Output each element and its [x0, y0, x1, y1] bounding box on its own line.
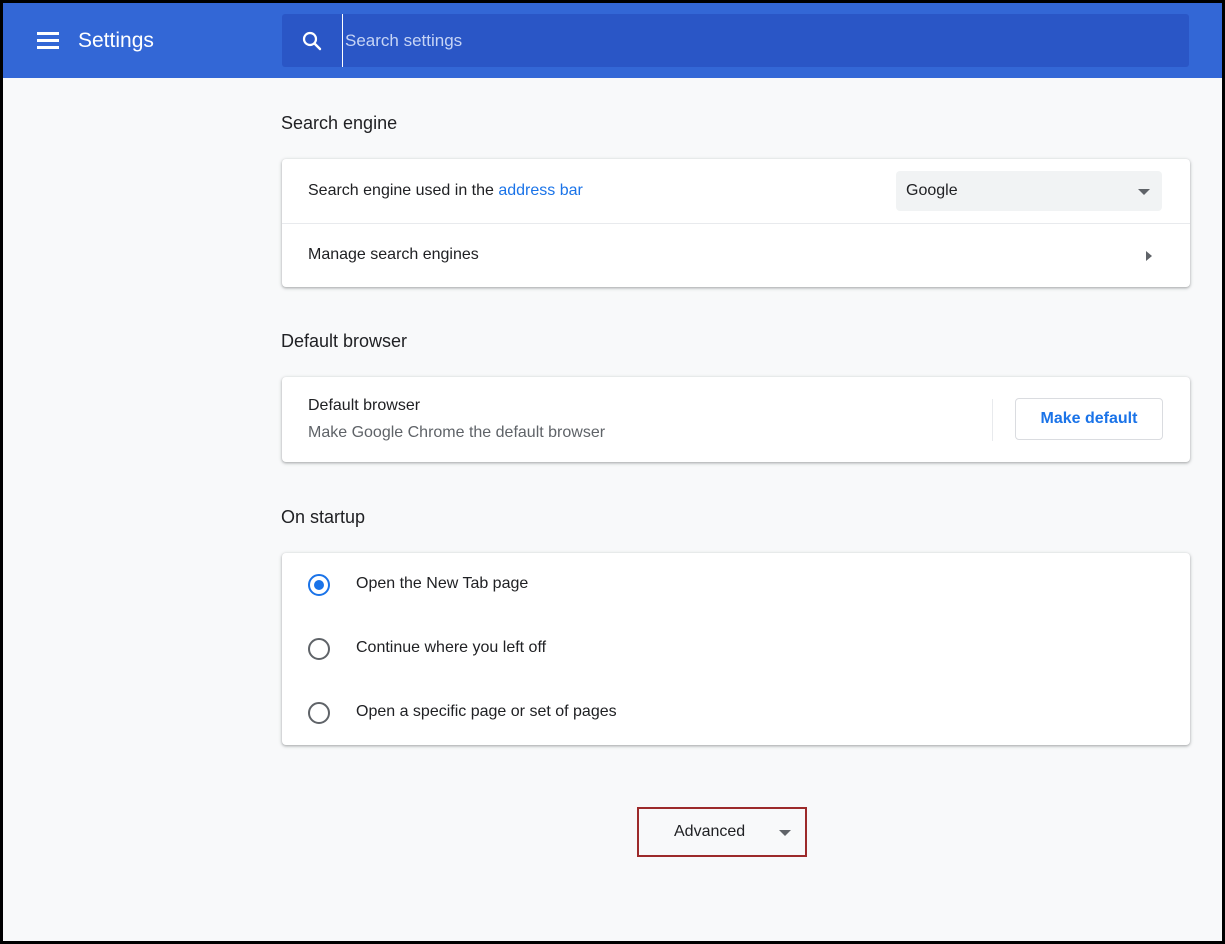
default-browser-card: Default browser Make Google Chrome the d… — [282, 377, 1190, 462]
manage-search-engines-label: Manage search engines — [308, 246, 479, 263]
startup-option-continue[interactable]: Continue where you left off — [282, 617, 1190, 681]
search-icon[interactable] — [300, 29, 324, 53]
make-default-button[interactable]: Make default — [1015, 398, 1163, 440]
startup-option-label: Continue where you left off — [356, 639, 547, 656]
search-bar[interactable] — [282, 14, 1189, 67]
search-engine-heading: Search engine — [281, 113, 398, 133]
header-bar: Settings — [3, 3, 1222, 78]
search-engine-row: Search engine used in the address bar — [308, 182, 583, 200]
radio-button[interactable] — [308, 638, 330, 660]
caret-down-icon — [1138, 189, 1150, 195]
radio-button[interactable] — [308, 702, 330, 724]
hamburger-menu-icon[interactable] — [33, 27, 63, 53]
address-bar-link[interactable]: address bar — [498, 182, 583, 199]
startup-option-label: Open a specific page or set of pages — [356, 703, 617, 720]
search-engine-selected-value: Google — [906, 182, 958, 199]
advanced-label: Advanced — [674, 823, 746, 840]
default-browser-heading: Default browser — [281, 331, 408, 351]
advanced-button[interactable]: Advanced — [637, 807, 807, 857]
page-title: Settings — [78, 29, 154, 52]
startup-option-label: Open the New Tab page — [356, 575, 529, 592]
startup-option-new-tab[interactable]: Open the New Tab page — [282, 553, 1190, 617]
search-engine-select[interactable]: Google — [896, 171, 1162, 211]
on-startup-card: Open the New Tab page Continue where you… — [282, 553, 1190, 745]
search-engine-card: Search engine used in the address bar Go… — [282, 159, 1190, 287]
radio-button-checked[interactable] — [308, 574, 330, 596]
caret-right-icon — [1146, 251, 1152, 261]
search-input[interactable] — [342, 14, 1172, 67]
search-engine-row-label: Search engine used in the — [308, 182, 499, 199]
default-browser-subtitle: Make Google Chrome the default browser — [308, 424, 606, 441]
vertical-separator — [992, 399, 993, 441]
default-browser-title: Default browser — [308, 397, 421, 414]
caret-down-icon — [779, 830, 791, 836]
manage-search-engines-row[interactable]: Manage search engines — [282, 224, 1190, 287]
settings-window: Settings Search engine Search engine use… — [0, 0, 1225, 944]
startup-option-specific-pages[interactable]: Open a specific page or set of pages — [282, 681, 1190, 745]
on-startup-heading: On startup — [281, 507, 366, 527]
